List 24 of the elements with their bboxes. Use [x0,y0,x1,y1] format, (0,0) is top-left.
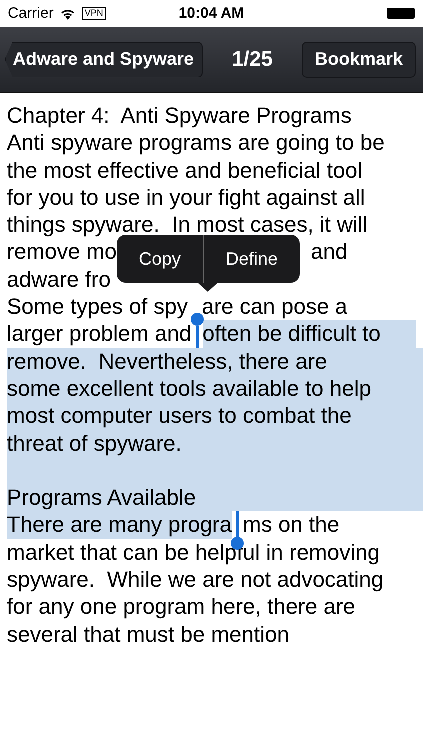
text-line: adware fro [7,266,111,294]
text-line: for any one program here, there are [7,593,356,621]
text-line: the most effective and beneficial tool [7,156,362,184]
back-button[interactable]: Adware and Spyware [5,42,204,78]
text-line: larger problem and [7,320,192,348]
text-line: several that must be mention [7,620,290,648]
text-line: for you to use in your fight against all [7,184,366,212]
text-line: are can pose a [202,293,348,320]
clock: 10:04 AM [178,5,244,22]
battery-icon [387,8,415,19]
wifi-icon [60,8,76,20]
text-line: and [311,238,348,266]
bookmark-button[interactable]: Bookmark [302,42,416,78]
text-line: Some types of spy [7,293,188,320]
text-line: ms on the [243,511,340,539]
text-line: market that can be helpful in removing [7,538,380,566]
carrier-label: Carrier [8,5,54,22]
text-line: spyware. While we are not advocating [7,566,384,594]
selection-handle[interactable] [190,313,204,348]
text-line: Chapter 4: Anti Spyware Programs [7,102,352,130]
page-counter: 1/25 [232,48,273,72]
text-line: Anti spyware programs are going to be [7,129,385,157]
text-line: remove mo [7,238,118,266]
vpn-badge: VPN [82,7,106,20]
